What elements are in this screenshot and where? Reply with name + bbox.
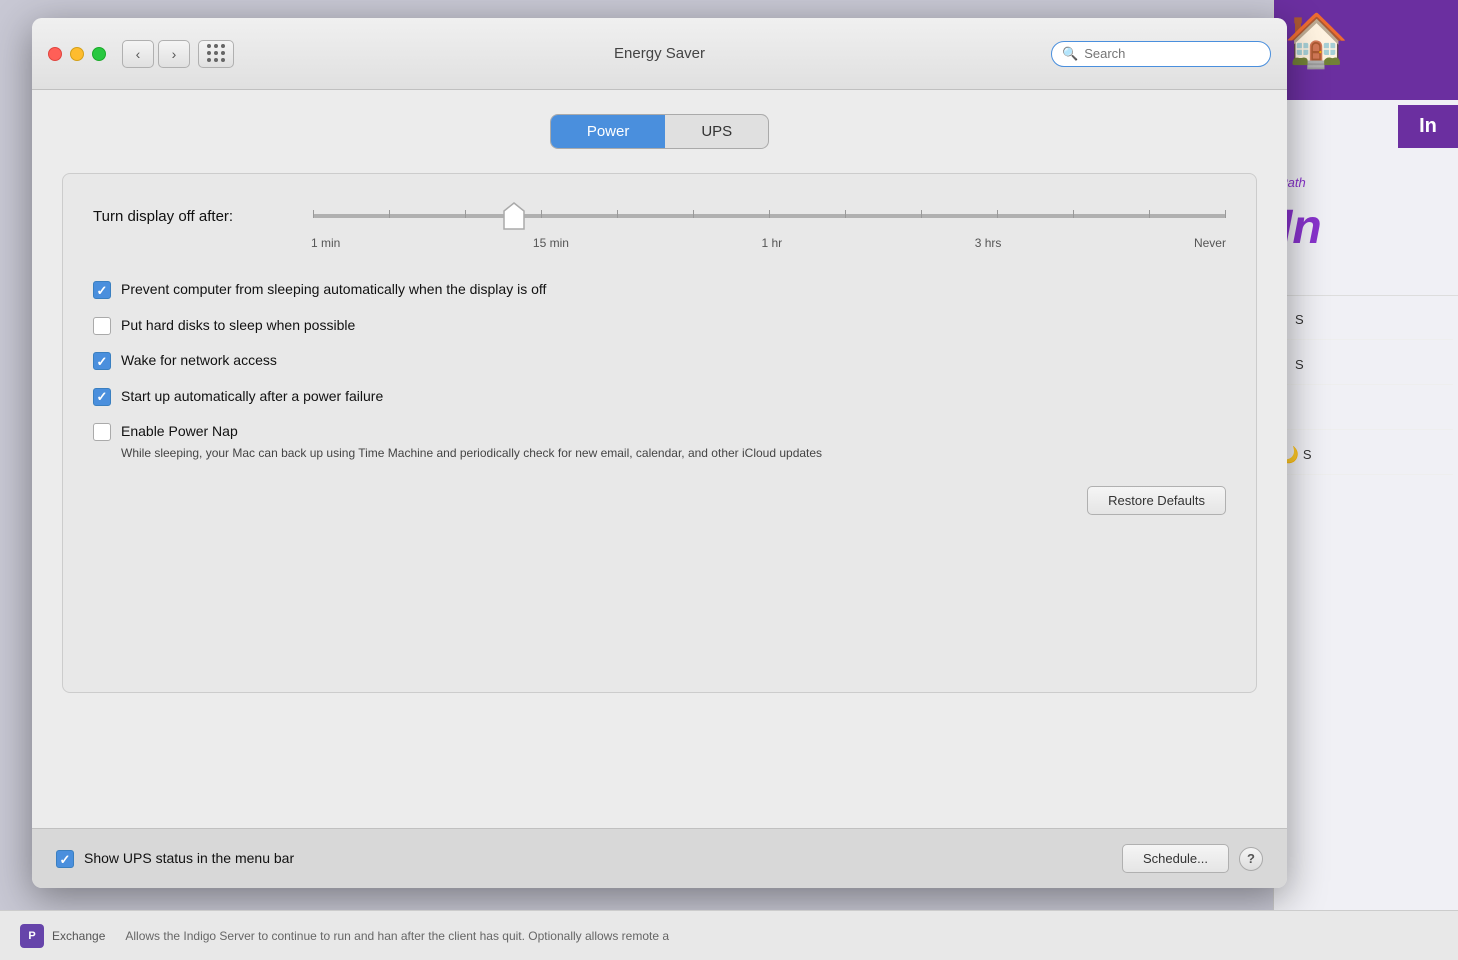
sidebar-logo-icon: 🏠 [1284, 10, 1349, 71]
startup-power-label: Start up automatically after a power fai… [121, 387, 383, 407]
slider-tick-labels: 1 min 15 min 1 hr 3 hrs Never [93, 236, 1226, 250]
slider-label: Turn display off after: [93, 208, 293, 225]
sidebar-item-s1[interactable]: S [1279, 300, 1453, 340]
tick-mark-11 [1073, 210, 1074, 218]
tick-label-1min: 1 min [311, 236, 340, 250]
exchange-label: Exchange [52, 929, 105, 943]
tick-label-3hrs: 3 hrs [975, 236, 1002, 250]
tick-label-15min: 15 min [533, 236, 569, 250]
slider-track [313, 214, 1226, 218]
content-area: Power UPS Turn display off after: [32, 90, 1287, 828]
back-chevron-icon: ‹ [136, 46, 141, 62]
tick-mark-7 [769, 210, 770, 218]
power-nap-label: Enable Power Nap While sleeping, your Ma… [121, 422, 822, 461]
energy-saver-window: ‹ › Energy Saver 🔍 Power [32, 18, 1287, 888]
forward-button[interactable]: › [158, 40, 190, 68]
search-box[interactable]: 🔍 [1051, 41, 1271, 67]
tick-label-never: Never [1194, 236, 1226, 250]
exchange-subtext: Allows the Indigo Server to continue to … [125, 929, 669, 943]
sidebar-divider-1 [1274, 295, 1458, 296]
right-sidebar: 🏠 In Path In S S F 🌙S [1273, 0, 1458, 960]
help-button[interactable]: ? [1239, 847, 1263, 871]
sidebar-item-s3[interactable]: 🌙S [1279, 435, 1453, 475]
wake-network-checkbox[interactable] [93, 352, 111, 370]
right-sidebar-header: 🏠 [1274, 0, 1458, 100]
tick-mark-9 [921, 210, 922, 218]
close-button[interactable] [48, 47, 62, 61]
tick-mark-2 [389, 210, 390, 218]
search-input[interactable] [1084, 46, 1260, 61]
bottom-checkbox-container: Show UPS status in the menu bar [56, 849, 294, 869]
grid-view-button[interactable] [198, 40, 234, 68]
back-button[interactable]: ‹ [122, 40, 154, 68]
tick-mark-8 [845, 210, 846, 218]
tick-mark-6 [693, 210, 694, 218]
slider-track-container[interactable] [313, 204, 1226, 228]
show-ups-label: Show UPS status in the menu bar [84, 849, 294, 869]
exchange-icon: P [20, 924, 44, 948]
restore-defaults-button[interactable]: Restore Defaults [1087, 486, 1226, 515]
bottom-strip: P Exchange Allows the Indigo Server to c… [0, 910, 1458, 960]
hard-disks-label: Put hard disks to sleep when possible [121, 316, 355, 336]
grid-icon [207, 44, 226, 63]
checkbox-list: Prevent computer from sleeping automatic… [93, 280, 1226, 462]
slider-ticks-container [313, 210, 1226, 218]
checkbox-wake-network: Wake for network access [93, 351, 1226, 371]
traffic-lights [48, 47, 106, 61]
slider-row: Turn display off after: [93, 204, 1226, 228]
nav-buttons: ‹ › [122, 40, 190, 68]
sidebar-item-f[interactable]: F [1279, 390, 1453, 430]
wake-network-label: Wake for network access [121, 351, 277, 371]
restore-defaults-row: Restore Defaults [93, 486, 1226, 515]
bottom-bar: Show UPS status in the menu bar Schedule… [32, 828, 1287, 888]
tab-power[interactable]: Power [551, 115, 666, 148]
startup-power-checkbox[interactable] [93, 388, 111, 406]
tick-mark-13 [1225, 210, 1226, 218]
bottom-actions: Schedule... ? [1122, 844, 1263, 873]
tick-mark-10 [997, 210, 998, 218]
inner-panel: Turn display off after: [62, 173, 1257, 693]
segmented-control: Power UPS [62, 114, 1257, 149]
tick-mark-3 [465, 210, 466, 218]
slider-section: Turn display off after: [93, 204, 1226, 250]
prevent-sleep-checkbox[interactable] [93, 281, 111, 299]
checkbox-power-nap: Enable Power Nap While sleeping, your Ma… [93, 422, 1226, 461]
title-bar: ‹ › Energy Saver 🔍 [32, 18, 1287, 90]
tab-ups[interactable]: UPS [665, 115, 768, 148]
slider-thumb[interactable] [503, 202, 525, 230]
show-ups-checkbox[interactable] [56, 850, 74, 868]
checkbox-startup-power: Start up automatically after a power fai… [93, 387, 1226, 407]
prevent-sleep-label: Prevent computer from sleeping automatic… [121, 280, 546, 300]
sidebar-in-badge[interactable]: In [1398, 105, 1458, 148]
window-title: Energy Saver [614, 45, 705, 62]
tick-label-1hr: 1 hr [761, 236, 782, 250]
sidebar-item-s2[interactable]: S [1279, 345, 1453, 385]
power-nap-checkbox[interactable] [93, 423, 111, 441]
maximize-button[interactable] [92, 47, 106, 61]
tick-mark-4 [541, 210, 542, 218]
segmented-wrapper: Power UPS [550, 114, 769, 149]
tick-mark-5 [617, 210, 618, 218]
forward-chevron-icon: › [172, 46, 177, 62]
checkbox-prevent-sleep: Prevent computer from sleeping automatic… [93, 280, 1226, 300]
schedule-button[interactable]: Schedule... [1122, 844, 1229, 873]
hard-disks-checkbox[interactable] [93, 317, 111, 335]
tick-mark-1 [313, 210, 314, 218]
search-icon: 🔍 [1062, 46, 1078, 62]
checkbox-hard-disks: Put hard disks to sleep when possible [93, 316, 1226, 336]
minimize-button[interactable] [70, 47, 84, 61]
tick-mark-12 [1149, 210, 1150, 218]
